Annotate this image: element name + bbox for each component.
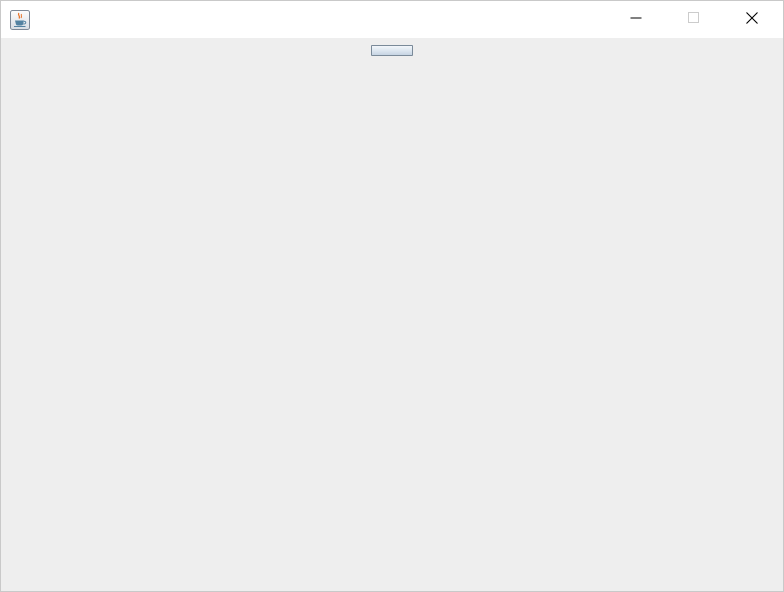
- content-pane: [1, 38, 783, 591]
- title-bar[interactable]: [1, 1, 783, 38]
- maximize-icon: [688, 11, 700, 29]
- close-button[interactable]: [729, 1, 775, 38]
- app-window: [0, 0, 784, 592]
- maximize-button[interactable]: [671, 1, 717, 38]
- java-coffee-cup-icon[interactable]: [10, 10, 30, 30]
- action-button[interactable]: [371, 45, 413, 56]
- minimize-button[interactable]: [613, 1, 659, 38]
- close-icon: [746, 11, 758, 29]
- minimize-icon: [630, 11, 642, 29]
